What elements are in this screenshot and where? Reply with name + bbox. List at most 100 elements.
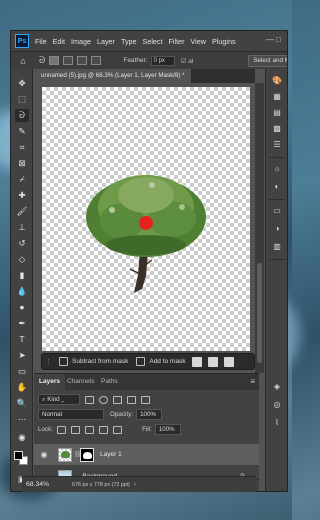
eyedropper-icon[interactable]: ⌿ [15,173,29,186]
history-icon[interactable]: ▥ [271,241,283,252]
subtract-selection-icon[interactable] [77,56,88,65]
lock-pixels-icon[interactable] [57,425,67,434]
feather-input[interactable]: 0 px [150,55,175,66]
tab-paths[interactable]: Paths [96,374,123,390]
gradient-icon[interactable]: ▮ [15,269,29,282]
opacity-label: Opacity: [110,411,134,418]
lock-paint-icon[interactable] [71,425,81,434]
menu-select[interactable]: Select [143,37,163,46]
document-tab[interactable]: unnamed (5).jpg @ 68.3% (Layer 1, Layer … [35,69,191,83]
libraries-icon[interactable]: ☰ [271,139,283,150]
document-canvas[interactable] [42,87,250,351]
chevron-right-icon[interactable]: › [134,482,136,488]
antialias-checkbox[interactable]: ☑ al [181,57,194,65]
rail-divider [269,259,285,260]
subtract-from-mask-button[interactable]: Subtract from mask [59,357,128,366]
blur-icon[interactable]: 💧 [15,285,29,298]
menu-filter[interactable]: Filter [169,37,185,46]
healing-icon[interactable]: ✚ [15,189,29,202]
gradients-icon[interactable]: ▤ [271,107,283,118]
color-icon[interactable]: 🎨 [271,75,283,86]
zoom-level[interactable]: 68.34% [26,481,66,488]
opacity-input[interactable]: 100% [136,409,163,420]
channels-icon[interactable]: ◎ [271,399,283,410]
menu-image[interactable]: Image [71,37,91,46]
frame-icon[interactable]: ⊠ [15,157,29,170]
window-controls[interactable]: — □ [266,35,281,44]
rail-divider [269,157,285,158]
layer-mask-thumbnail[interactable] [80,447,94,462]
menu-type[interactable]: Type [121,37,137,46]
kind-filter-select[interactable]: ⌕ Kind ⌄ [38,394,80,405]
mask-option-icon[interactable] [191,356,202,367]
brush-icon[interactable]: 🖌 [15,205,29,218]
paths-icon[interactable]: ⌇ [271,417,283,428]
intersect-selection-icon[interactable] [91,56,102,65]
rectangle-icon[interactable]: ▭ [15,365,29,378]
patterns-icon[interactable]: ▩ [271,123,283,134]
filter-pixel-icon[interactable] [85,395,94,404]
eraser-icon[interactable]: ◇ [15,253,29,266]
layer-row-layer-1[interactable]: ◉ ⛓ Layer 1 [34,444,259,465]
quick-select-icon[interactable]: ✎ [15,125,29,138]
move-icon[interactable]: ✥ [15,77,29,90]
fill-input[interactable]: 100% [154,424,181,435]
lasso-icon[interactable]: ᘐ [15,109,29,122]
subtract-from-mask-label: Subtract from mask [72,358,129,365]
menu-bar: Ps File Edit Image Layer Type Select Fil… [11,31,287,51]
type-icon[interactable]: T [15,333,29,346]
pen-icon[interactable]: ✒ [15,317,29,330]
quick-mask-icon[interactable]: ◉ [15,431,29,444]
dodge-icon[interactable]: ● [15,301,29,314]
add-to-mask-button[interactable]: Add to mask [136,357,186,366]
menu-plugins[interactable]: Plugins [212,37,236,46]
add-selection-icon[interactable] [63,56,74,65]
mask-feather-icon[interactable] [223,356,234,367]
select-and-mask-button[interactable]: Select and M [248,55,287,67]
scrollbar-thumb[interactable] [257,263,262,363]
menu-view[interactable]: View [191,37,206,46]
mask-invert-icon[interactable] [207,356,218,367]
home-icon[interactable]: ⌂ [17,55,29,67]
photoshop-logo: Ps [15,34,29,48]
eye-icon[interactable]: ◉ [38,450,50,459]
filter-smartobject-icon[interactable] [141,395,150,404]
menu-file[interactable]: File [35,37,47,46]
comments-icon[interactable]: ▭ [271,205,283,216]
adjustments-icon[interactable]: ◑ [271,223,283,234]
artboard-icon[interactable]: ⬚ [15,93,29,106]
learn-icon[interactable]: ☼ [271,163,283,174]
tab-layers[interactable]: Layers [34,374,65,390]
menu-layer[interactable]: Layer [97,37,115,46]
lock-label: Lock: [38,426,54,433]
lasso-icon[interactable]: ᘐ [39,55,45,66]
fill-label: Fill: [142,426,152,433]
blend-mode-select[interactable]: Normal [38,409,104,420]
clone-stamp-icon[interactable]: ⊥ [15,221,29,234]
drag-handle-icon[interactable]: ⋮ [45,358,52,366]
layer-name[interactable]: Layer 1 [100,451,122,458]
layers-icon[interactable]: ◈ [271,381,283,392]
lock-artboard-icon[interactable] [99,425,109,434]
properties-icon[interactable]: ◐ [271,181,283,192]
zoom-icon[interactable]: 🔍 [15,397,29,410]
lock-all-icon[interactable] [113,425,123,434]
canvas-vertical-scrollbar[interactable] [255,83,264,373]
tree-image [86,175,206,293]
more-tools-icon[interactable]: ⋯ [15,413,29,426]
panel-menu-icon[interactable]: ≡ [250,377,255,386]
crop-icon[interactable]: ⌗ [15,141,29,154]
tab-channels[interactable]: Channels [62,374,99,390]
new-selection-icon[interactable] [49,56,60,65]
filter-shape-icon[interactable] [127,395,136,404]
menu-edit[interactable]: Edit [53,37,65,46]
hand-icon[interactable]: ✋ [15,381,29,394]
swatches-icon[interactable]: ▦ [271,91,283,102]
foreground-color-swatch[interactable] [14,451,23,460]
path-select-icon[interactable]: ➤ [15,349,29,362]
filter-row: ⌕ Kind ⌄ [38,394,150,405]
filter-type-icon[interactable] [113,395,122,404]
filter-adjustment-icon[interactable] [99,395,108,404]
history-brush-icon[interactable]: ↺ [15,237,29,250]
lock-position-icon[interactable] [85,425,95,434]
